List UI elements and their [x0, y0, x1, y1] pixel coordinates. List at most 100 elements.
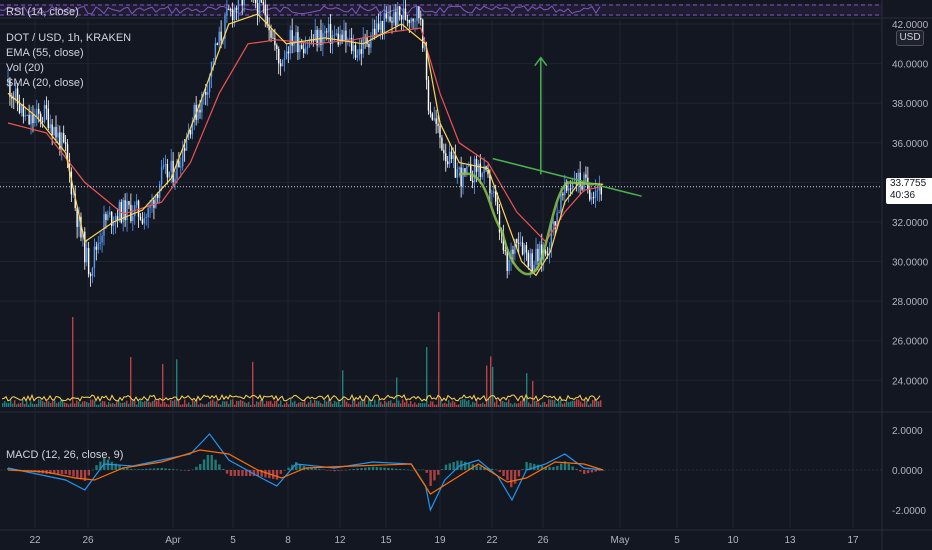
macd-y-tick-label: 2.0000: [892, 426, 923, 437]
volume-bar: [6, 402, 8, 407]
volume-bar: [228, 403, 230, 407]
candle-body: [304, 48, 307, 54]
volume-bar: [116, 401, 118, 407]
volume-bar: [422, 403, 424, 407]
candle-body: [128, 201, 130, 205]
volume-bar: [526, 373, 528, 407]
volume-bar: [10, 399, 12, 407]
candle-body: [558, 212, 560, 214]
candle-body: [160, 167, 163, 185]
candle-body: [337, 33, 339, 45]
candle-body: [433, 118, 435, 120]
volume-bar: [418, 403, 420, 407]
candle-body: [410, 18, 412, 23]
x-tick-label: 12: [334, 535, 346, 546]
candle-body: [59, 132, 61, 151]
macd-histogram-bar: [321, 469, 325, 471]
currency-badge[interactable]: USD: [896, 30, 924, 46]
volume-bar: [330, 401, 332, 407]
volume-bar: [12, 403, 14, 407]
volume-bar: [162, 363, 164, 407]
volume-bar: [220, 404, 222, 407]
volume-bar: [402, 399, 404, 407]
volume-bar: [140, 400, 142, 407]
volume-bar: [76, 400, 78, 407]
ema-legend[interactable]: EMA (55, close): [6, 47, 84, 59]
volume-bar: [256, 401, 258, 407]
volume-bar: [410, 401, 412, 407]
candle-body: [212, 61, 215, 63]
macd-histogram-bar: [210, 455, 213, 470]
candle-body: [51, 124, 53, 136]
volume-bar: [498, 404, 500, 407]
macd-pane[interactable]: [0, 433, 882, 512]
macd-histogram-bar: [72, 470, 75, 477]
symbol-legend[interactable]: DOT / USD, 1h, KRAKEN: [6, 32, 131, 44]
candle-body: [166, 164, 169, 178]
candle-body: [391, 21, 393, 23]
candle-body: [254, 0, 257, 4]
volume-bar: [216, 400, 218, 407]
volume-bar: [562, 403, 564, 407]
volume-bar: [158, 399, 160, 407]
macd-histogram-bar: [337, 470, 340, 471]
volume-bar: [344, 399, 346, 407]
volume-bar: [346, 401, 348, 407]
macd-legend[interactable]: MACD (12, 26, close, 9): [6, 449, 123, 461]
volume-bar: [166, 403, 168, 407]
macd-histogram-bar: [218, 464, 221, 470]
candle-body: [408, 19, 410, 23]
volume-bar: [576, 399, 578, 407]
volume-bar: [96, 404, 98, 407]
macd-histogram-bar: [494, 469, 498, 471]
volume-bar: [484, 404, 486, 407]
volume-bar: [122, 402, 124, 407]
macd-histogram-bar: [202, 459, 206, 470]
volume-bar: [148, 401, 150, 407]
candle-body: [301, 45, 303, 49]
sma-legend[interactable]: SMA (20, close): [6, 77, 84, 89]
volume-bar: [102, 401, 104, 407]
volume-bar: [44, 402, 46, 407]
volume-bar: [592, 399, 594, 407]
candle-body: [91, 267, 94, 277]
candle-body: [93, 246, 96, 268]
volume-bar: [514, 402, 516, 407]
volume-bar: [478, 404, 480, 407]
volume-legend[interactable]: Vol (20): [6, 62, 44, 74]
macd-histogram-bar: [586, 470, 590, 474]
volume-bar: [384, 401, 386, 407]
macd-histogram-bar: [110, 461, 114, 470]
volume-bar: [522, 399, 524, 407]
volume-bar: [206, 403, 208, 407]
chart-canvas[interactable]: 42.000040.000038.000036.000034.000032.00…: [0, 0, 932, 550]
macd-histogram-bar: [579, 470, 582, 472]
volume-bar: [550, 399, 552, 407]
candle-body: [28, 114, 30, 125]
candle-body: [41, 121, 44, 123]
volume-bar: [40, 399, 42, 407]
macd-histogram-bar: [394, 468, 398, 470]
candle-body: [30, 114, 32, 125]
candle-body: [404, 8, 407, 20]
volume-bar: [74, 403, 76, 407]
volume-bar: [134, 400, 136, 407]
rsi-pane[interactable]: [0, 4, 882, 16]
volume-bar: [464, 399, 466, 407]
candle-body: [205, 92, 207, 95]
rsi-legend[interactable]: RSI (14, close): [6, 6, 79, 18]
macd-histogram-bar: [145, 468, 148, 470]
drawing-tools[interactable]: [458, 56, 642, 276]
candle-body: [178, 161, 180, 168]
volume-bar: [578, 399, 580, 407]
volume-bar: [430, 401, 432, 407]
candle-body: [466, 166, 468, 173]
candle-body: [360, 49, 362, 54]
volume-bar: [488, 399, 490, 407]
y-tick-label: 24.0000: [892, 376, 929, 387]
macd-histogram-bar: [391, 468, 394, 470]
candle-body: [185, 139, 188, 151]
volume-bar: [28, 404, 30, 407]
macd-histogram-bar: [314, 468, 317, 470]
volume-bar: [446, 403, 448, 407]
